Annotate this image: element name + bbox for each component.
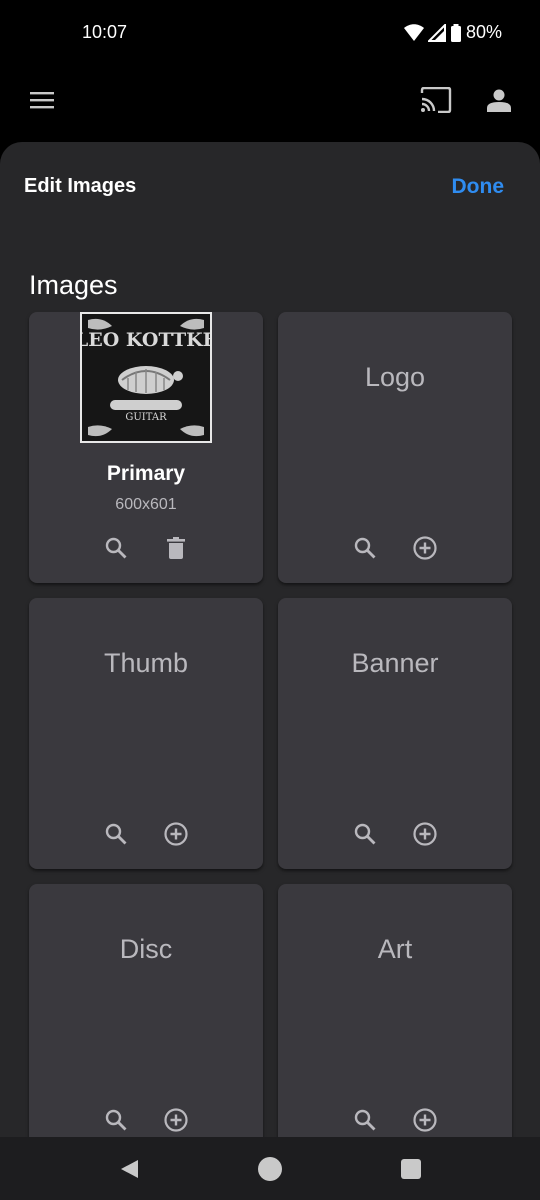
search-icon[interactable] [352,535,378,561]
primary-actions [29,535,263,561]
primary-size: 600x601 [115,496,177,513]
card-label-disc: Disc [119,934,173,964]
search-icon[interactable] [352,1107,378,1133]
add-circle-icon[interactable] [163,1107,189,1133]
recents-icon[interactable] [397,1155,425,1183]
svg-text:GUITAR: GUITAR [125,412,167,423]
card-label-thumb: Thumb [103,648,189,678]
image-card-banner[interactable]: Banner [278,598,512,869]
search-icon[interactable] [103,535,129,561]
logo-actions [278,535,512,561]
art-actions [278,1107,512,1133]
primary-image: LEO KOTTKE GUITAR [75,312,217,443]
image-card-disc[interactable]: Disc [29,884,263,1137]
search-icon[interactable] [352,821,378,847]
battery-icon [450,23,461,42]
primary-title: Primary [106,462,186,485]
card-label-art: Art [377,934,413,964]
card-label-logo: Logo [364,362,426,392]
banner-actions [278,821,512,847]
signal-icon [427,23,446,42]
image-card-art[interactable]: Art [278,884,512,1137]
menu-icon[interactable] [22,80,62,120]
back-icon[interactable] [115,1155,143,1183]
card-label-banner: Banner [351,648,439,678]
image-card-logo[interactable]: Logo [278,312,512,583]
system-nav-bar [0,1137,540,1200]
app-bar [0,68,540,140]
svg-text:LEO KOTTKE: LEO KOTTKE [82,329,210,351]
done-button[interactable]: Done [452,175,505,199]
home-icon[interactable] [256,1155,284,1183]
add-circle-icon[interactable] [412,1107,438,1133]
battery-percent: 80% [465,22,502,42]
status-icons: 80% [403,22,502,43]
sheet-title: Edit Images [24,175,137,197]
search-icon[interactable] [103,1107,129,1133]
status-time: 10:07 [82,22,128,42]
image-card-primary[interactable]: LEO KOTTKE GUITAR Primary 600x601 [29,312,263,583]
search-icon[interactable] [103,821,129,847]
add-circle-icon[interactable] [163,821,189,847]
add-circle-icon[interactable] [412,535,438,561]
image-card-thumb[interactable]: Thumb [29,598,263,869]
section-title: Images [29,270,118,300]
wifi-icon [403,23,424,41]
add-circle-icon[interactable] [412,821,438,847]
cast-icon[interactable] [414,78,458,122]
account-icon[interactable] [478,78,520,122]
status-bar: 10:07 80% [0,0,540,68]
disc-actions [29,1107,263,1133]
thumb-actions [29,821,263,847]
edit-images-sheet: Edit Images Done Images LEO KOTTKE GUITA… [0,142,540,1137]
delete-icon[interactable] [163,535,189,561]
